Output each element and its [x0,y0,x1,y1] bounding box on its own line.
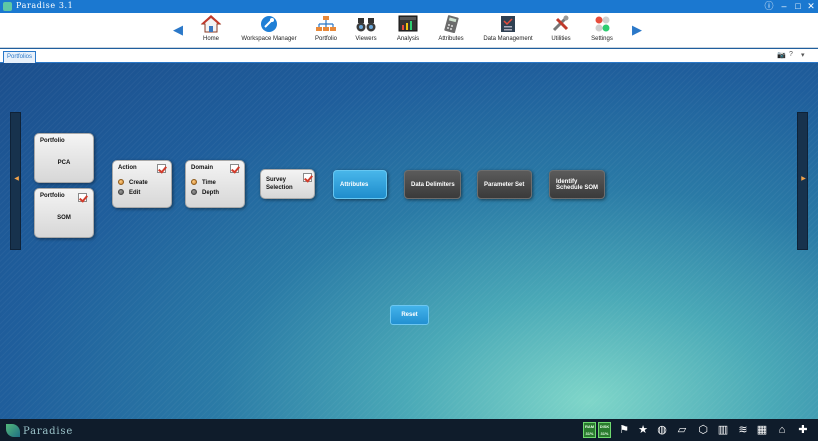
ribbon-item-home[interactable]: Home [196,15,226,47]
map-icon[interactable]: ▱ [675,423,689,437]
close-button[interactable]: ✕ [805,0,817,12]
tab-menu-dropdown-icon[interactable]: ▾ [801,51,805,59]
survey-selection-card[interactable]: Survey Selection [260,169,315,199]
radio-selected-icon [118,179,124,185]
paradise-leaf-icon [6,424,20,437]
ribbon-item-data-management[interactable]: Data Management [482,15,534,47]
ribbon-toolbar: ◀ Home Workspace Manager Portfolio Viewe… [0,13,818,48]
ribbon-scroll-left-icon[interactable]: ◀ [173,23,183,37]
layers-icon[interactable]: ≋ [736,423,750,437]
domain-checkbox[interactable] [230,164,239,173]
disk-meter: DISK 31% [598,422,611,438]
ribbon-item-analysis[interactable]: Analysis [395,15,421,47]
right-panel-handle[interactable]: ▶ [797,112,808,250]
action-checkbox[interactable] [157,164,166,173]
camera-icon[interactable]: 📷 [777,51,786,59]
ribbon-scroll-right-icon[interactable]: ▶ [632,23,642,37]
chevron-left-icon: ◀ [14,176,19,182]
utilities-icon [552,15,569,32]
portfolio-icon [316,16,336,31]
app-title: Paradise 3.1 [16,1,74,10]
bar-chart-icon[interactable]: ▥ [716,423,730,437]
home-icon [200,15,222,33]
minimize-button[interactable]: – [778,0,790,12]
ribbon-item-viewers[interactable]: Viewers [353,15,379,47]
reset-button[interactable]: Reset [390,305,429,325]
survey-selection-checkbox[interactable] [303,173,312,182]
help-circle-icon[interactable]: ? [789,51,793,58]
chevron-right-icon: ▶ [801,176,806,182]
app-window: Paradise 3.1 ⓘ – □ ✕ ◀ Home Workspace Ma… [0,0,818,441]
step-data-delimiters-button[interactable]: Data Delimiters [404,170,461,199]
left-panel-handle[interactable]: ◀ [10,112,21,250]
ram-meter: RAM 31% [583,422,596,438]
document-tab-strip: Portfolios 📷 ? ▾ [0,49,818,63]
viewers-icon [356,18,376,32]
cube-icon[interactable]: ⬡ [696,423,710,437]
help-icon[interactable]: ⓘ [763,0,775,12]
radio-selected-icon [191,179,197,185]
portfolio-pca-card[interactable]: Portfolio PCA [34,133,94,183]
domain-card: Domain Time Depth [185,160,245,208]
domain-option-depth[interactable]: Depth [191,189,219,196]
step-identify-schedule-som-button[interactable]: Identify Schedule SOM [549,170,605,199]
ribbon-item-settings[interactable]: Settings [589,15,615,47]
tab-portfolios[interactable]: Portfolios [3,51,37,63]
flag-icon[interactable]: ⚑ [617,423,631,437]
puzzle-icon[interactable]: ✚ [796,423,810,437]
settings-icon [595,16,610,32]
grid-icon[interactable]: ▦ [755,423,769,437]
app-logo-icon [3,2,12,11]
ribbon-item-attributes[interactable]: Attributes [436,15,466,47]
maximize-button[interactable]: □ [792,0,804,12]
radio-unselected-icon [118,189,124,195]
ribbon-item-workspace-manager[interactable]: Workspace Manager [238,15,300,47]
star-icon[interactable]: ★ [636,423,650,437]
action-option-edit[interactable]: Edit [118,189,140,196]
portfolio-som-checkbox[interactable] [78,193,87,202]
attributes-icon [444,15,459,33]
ribbon-item-utilities[interactable]: Utilities [548,15,574,47]
portfolio-som-value: SOM [57,215,71,221]
portfolio-pca-value: PCA [57,160,71,166]
radio-unselected-icon [191,189,197,195]
workspace-manager-icon [261,16,277,32]
title-bar: Paradise 3.1 ⓘ – □ ✕ [0,0,818,13]
ribbon-item-portfolio[interactable]: Portfolio [312,15,340,47]
data-management-icon [501,16,515,32]
analysis-icon [398,15,418,32]
step-parameter-set-button[interactable]: Parameter Set [477,170,532,199]
status-bar: Paradise RAM 31% DISK 31% ⚑ ★ ◍ ▱ ⬡ ▥ ≋ … [0,419,818,441]
globe-icon[interactable]: ◍ [655,423,669,437]
domain-option-time[interactable]: Time [191,179,216,186]
action-card: Action Create Edit [112,160,172,208]
factory-icon[interactable]: ⌂ [775,423,789,437]
action-option-create[interactable]: Create [118,179,148,186]
portfolio-workflow-canvas: ◀ ▶ Portfolio PCA Portfolio SOM Action C… [0,63,818,419]
brand-logo: Paradise [6,422,96,439]
portfolio-som-card[interactable]: Portfolio SOM [34,188,94,238]
step-attributes-button[interactable]: Attributes [333,170,387,199]
